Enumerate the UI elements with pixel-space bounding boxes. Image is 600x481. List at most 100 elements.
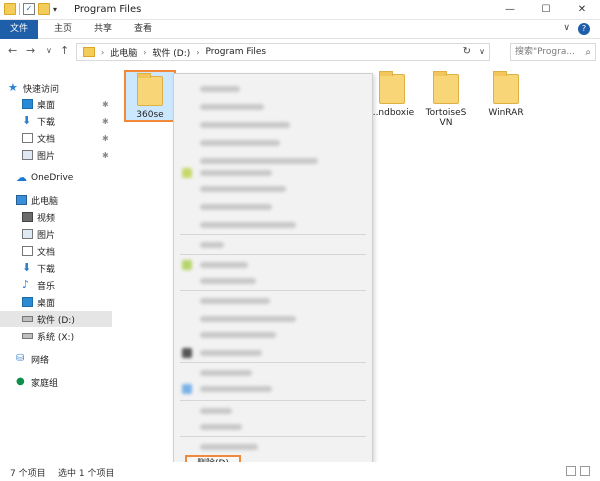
window-controls: — ☐ ✕: [492, 0, 600, 20]
file-name: TortoiseSVN: [425, 108, 467, 128]
maximize-button[interactable]: ☐: [528, 0, 564, 20]
file-item-winrar[interactable]: WinRAR: [480, 71, 532, 118]
tab-home[interactable]: 主页: [44, 20, 82, 39]
nav-drive-d[interactable]: 软件 (D:): [0, 311, 112, 327]
item-count: 7 个项目: [10, 469, 46, 479]
homegroup-icon: ●: [16, 376, 25, 387]
recent-locations-button[interactable]: ∨: [46, 46, 52, 55]
nav-desktop[interactable]: 桌面: [0, 294, 112, 310]
nav-onedrive[interactable]: ☁ OneDrive: [0, 170, 112, 186]
status-bar: 7 个项目 选中 1 个项目: [0, 462, 600, 481]
menu-item-blurred[interactable]: [200, 444, 258, 450]
nav-pinned-pictures[interactable]: 图片 ✱: [0, 147, 112, 163]
forward-button[interactable]: →: [26, 44, 35, 57]
desktop-icon: [22, 297, 33, 307]
breadcrumb-drive-d[interactable]: 软件 (D:): [152, 46, 190, 59]
nav-homegroup[interactable]: ● 家庭组: [0, 374, 112, 390]
quick-access-toolbar: ✓ ▾: [4, 3, 57, 15]
view-toggle: [566, 466, 590, 476]
file-item-sandboxie[interactable]: ...ndboxie: [366, 71, 418, 118]
menu-item-blurred[interactable]: [200, 386, 272, 392]
address-bar[interactable]: › 此电脑 › 软件 (D:) › Program Files ↻ ∨: [76, 43, 490, 61]
menu-item-blurred[interactable]: [200, 204, 272, 210]
nav-this-pc[interactable]: 此电脑: [0, 192, 112, 208]
properties-icon[interactable]: ✓: [23, 3, 35, 15]
help-icon[interactable]: ?: [578, 23, 590, 35]
menu-item-blurred[interactable]: [200, 104, 264, 110]
search-input[interactable]: 搜索"Progra... ⌕: [510, 43, 596, 61]
pin-icon: ✱: [102, 99, 109, 109]
menu-item-blurred[interactable]: [200, 316, 296, 322]
menu-item-blurred[interactable]: [200, 222, 296, 228]
menu-item-blurred[interactable]: [200, 242, 224, 248]
address-dropdown[interactable]: ∨: [479, 47, 485, 56]
nav-downloads[interactable]: ⬇ 下载: [0, 260, 112, 276]
folder-icon: [493, 71, 519, 104]
menu-item-blurred[interactable]: [200, 186, 286, 192]
menu-item-blurred[interactable]: [200, 262, 248, 268]
nav-pinned-desktop[interactable]: 桌面 ✱: [0, 96, 112, 112]
menu-item-blurred[interactable]: [200, 278, 256, 284]
ribbon-right-controls: ∨ ?: [563, 23, 590, 35]
title-bar: ✓ ▾ Program Files — ☐ ✕: [0, 0, 600, 20]
large-icons-view-icon[interactable]: [580, 466, 590, 476]
nav-quick-access[interactable]: ★ 快速访问: [0, 80, 112, 96]
file-item-tortoisesvn[interactable]: TortoiseSVN: [420, 71, 472, 128]
file-item-360se[interactable]: 360se: [124, 70, 176, 122]
new-folder-icon[interactable]: [38, 3, 50, 15]
navigation-bar: ← → ∨ ↑ › 此电脑 › 软件 (D:) › Program Files …: [0, 40, 600, 64]
nav-pictures[interactable]: 图片: [0, 226, 112, 242]
tab-share[interactable]: 共享: [84, 20, 122, 39]
computer-icon: [16, 195, 27, 205]
download-icon: ⬇: [22, 114, 32, 127]
tab-view[interactable]: 查看: [124, 20, 162, 39]
nav-pinned-downloads[interactable]: ⬇ 下载 ✱: [0, 113, 112, 129]
menu-separator: [180, 254, 366, 255]
nav-documents[interactable]: 文档: [0, 243, 112, 259]
breadcrumb-this-pc[interactable]: 此电脑: [110, 46, 137, 59]
nav-videos[interactable]: 视频: [0, 209, 112, 225]
documents-icon: [22, 246, 33, 256]
pin-icon: ✱: [102, 133, 109, 143]
search-placeholder: 搜索"Progra...: [515, 47, 575, 57]
tab-file[interactable]: 文件: [0, 20, 38, 39]
menu-item-blurred[interactable]: [200, 298, 270, 304]
file-name: ...ndboxie: [369, 108, 415, 118]
documents-icon: [22, 133, 33, 143]
refresh-icon[interactable]: ↻: [463, 46, 471, 57]
drive-icon: [22, 333, 33, 339]
file-name: WinRAR: [488, 108, 524, 118]
close-button[interactable]: ✕: [564, 0, 600, 20]
breadcrumb-separator: ›: [143, 47, 147, 57]
expand-ribbon-button[interactable]: ∨: [563, 23, 570, 35]
nav-pinned-documents[interactable]: 文档 ✱: [0, 130, 112, 146]
menu-item-blurred[interactable]: [200, 332, 276, 338]
window-title: Program Files: [74, 4, 142, 15]
menu-item-blurred[interactable]: [200, 424, 242, 430]
minimize-button[interactable]: —: [492, 0, 528, 20]
breadcrumb-separator: ›: [101, 47, 105, 57]
star-icon: ★: [8, 81, 18, 94]
menu-item-blurred[interactable]: [200, 170, 272, 176]
nav-music[interactable]: ♪ 音乐: [0, 277, 112, 293]
menu-item-blurred[interactable]: [200, 140, 280, 146]
app-icon: [182, 168, 192, 178]
folder-icon: [433, 71, 459, 104]
nav-drive-x[interactable]: 系统 (X:): [0, 328, 112, 344]
up-button[interactable]: ↑: [60, 44, 69, 57]
details-view-icon[interactable]: [566, 466, 576, 476]
folder-icon: [379, 71, 405, 104]
back-button[interactable]: ←: [8, 44, 17, 57]
cloud-icon: ☁: [16, 171, 27, 184]
customize-toolbar-dropdown[interactable]: ▾: [53, 5, 57, 14]
breadcrumb-program-files[interactable]: Program Files: [205, 47, 266, 57]
menu-item-blurred[interactable]: [200, 408, 232, 414]
menu-item-blurred[interactable]: [200, 122, 290, 128]
nav-network[interactable]: ⛁ 网络: [0, 351, 112, 367]
menu-item-blurred[interactable]: [200, 350, 262, 356]
menu-item-blurred[interactable]: [200, 86, 240, 92]
menu-item-blurred[interactable]: [200, 158, 318, 164]
context-menu: 删除(D): [173, 73, 373, 475]
menu-item-blurred[interactable]: [200, 370, 252, 376]
video-icon: [22, 212, 33, 222]
